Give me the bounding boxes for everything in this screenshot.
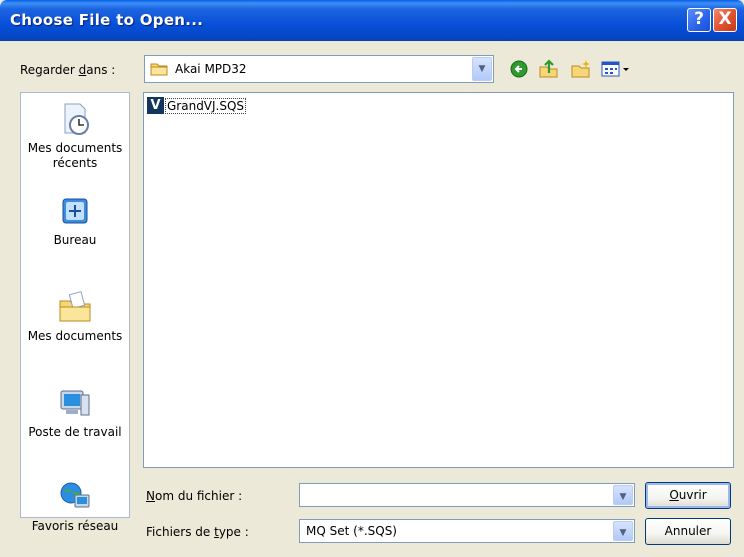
place-label: Mes documents récents: [27, 141, 123, 170]
file-list[interactable]: V GrandVJ.SQS: [143, 92, 734, 468]
title-bar: Choose File to Open... ? X: [0, 0, 744, 41]
place-my-computer[interactable]: Poste de travail: [21, 385, 129, 440]
lookin-label: Regarder dans :: [20, 63, 116, 77]
new-folder-icon[interactable]: [570, 59, 592, 79]
lookin-combo[interactable]: Akai MPD32 ▼: [144, 55, 494, 83]
back-icon[interactable]: [509, 59, 531, 79]
filename-input[interactable]: ▼: [299, 483, 635, 507]
filetype-value: MQ Set (*.SQS): [306, 524, 397, 538]
filetype-select[interactable]: MQ Set (*.SQS) ▼: [299, 519, 635, 543]
close-button[interactable]: X: [713, 8, 737, 32]
desktop-icon: [62, 198, 88, 224]
place-recent-documents[interactable]: Mes documents récents: [21, 101, 129, 171]
my-computer-icon: [60, 390, 90, 416]
file-name: GrandVJ.SQS: [165, 98, 247, 114]
cancel-button[interactable]: Annuler: [645, 518, 731, 545]
filetype-dropdown-arrow[interactable]: ▼: [613, 521, 633, 541]
place-my-documents[interactable]: Mes documents: [21, 289, 129, 344]
window-title: Choose File to Open...: [10, 11, 204, 29]
network-places-icon: [60, 482, 90, 508]
recent-documents-icon: [64, 103, 89, 135]
folder-icon: [150, 63, 168, 76]
sqs-file-icon: V: [147, 97, 164, 114]
lookin-dropdown-arrow[interactable]: ▼: [472, 57, 492, 81]
help-button[interactable]: ?: [687, 8, 711, 32]
view-menu-icon[interactable]: [600, 59, 632, 79]
places-bar: Mes documents récents Bureau Mes documen…: [20, 92, 130, 533]
open-button[interactable]: Ouvrir: [645, 482, 731, 509]
filename-label: Nom du fichier :: [146, 489, 243, 503]
filename-dropdown-arrow[interactable]: ▼: [613, 485, 633, 505]
place-desktop[interactable]: Bureau: [21, 193, 129, 248]
filetype-label: Fichiers de type :: [146, 525, 249, 539]
place-network[interactable]: Favoris réseau: [21, 479, 129, 534]
lookin-value: Akai MPD32: [175, 62, 247, 76]
my-documents-icon: [59, 291, 91, 322]
up-folder-icon[interactable]: [538, 59, 560, 79]
